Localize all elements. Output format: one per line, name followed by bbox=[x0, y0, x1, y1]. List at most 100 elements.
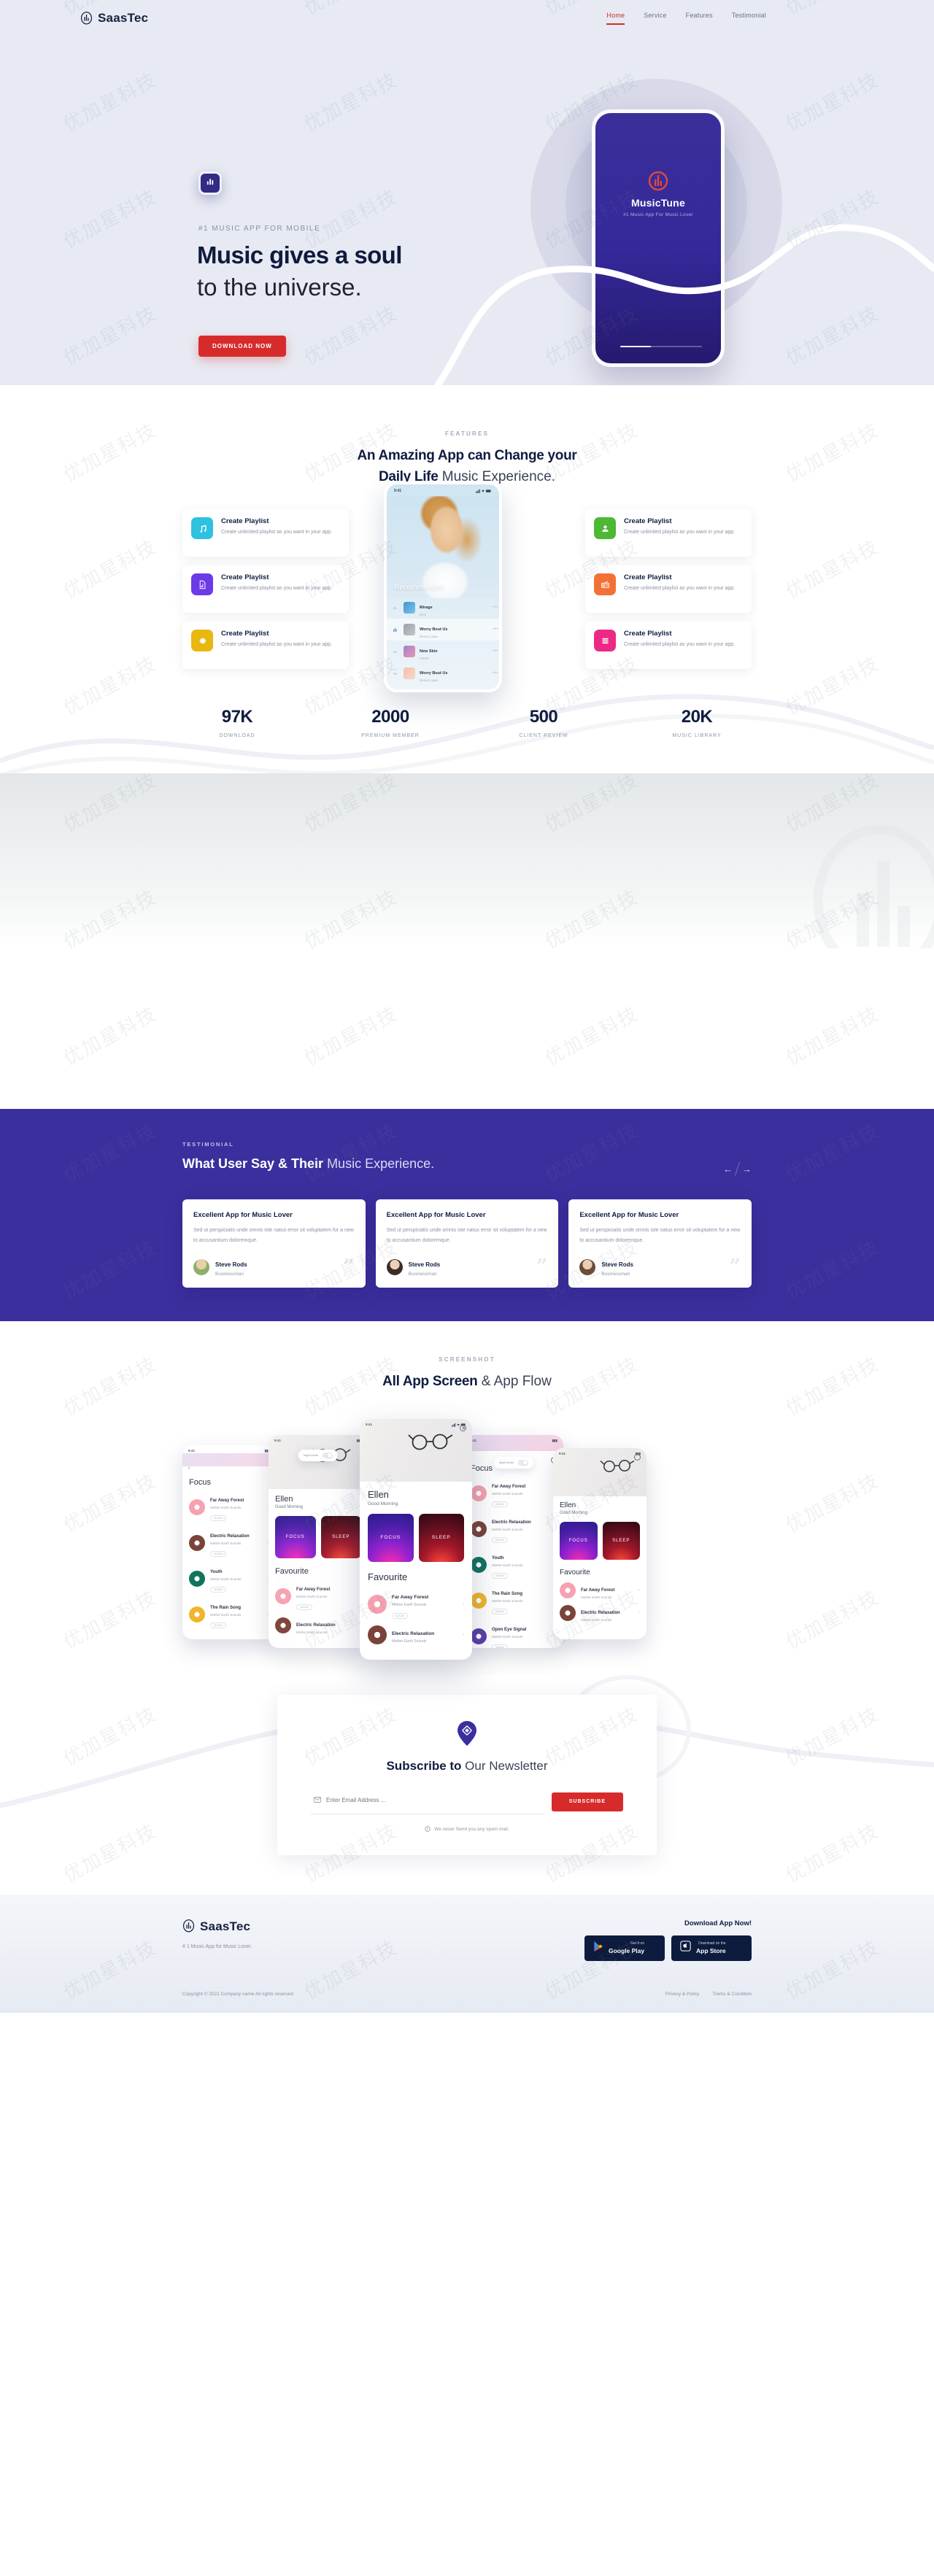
avatar bbox=[193, 1258, 209, 1275]
album-disc-icon bbox=[275, 1587, 291, 1604]
testimonial-card: Excellent App for Music Lover Sed ut per… bbox=[375, 1199, 559, 1288]
google-play-button[interactable]: Get It on Google Play bbox=[584, 1935, 665, 1961]
track-row[interactable]: Worry Bout Us Rence Lowe ••• bbox=[387, 619, 499, 641]
hero-eyebrow: #1 MUSIC APP FOR MOBILE bbox=[198, 225, 321, 233]
quote-icon: ” bbox=[343, 1255, 355, 1278]
store-large-label: App Store bbox=[696, 1947, 726, 1955]
feature-card[interactable]: Create Playlist Create unlimited playlis… bbox=[182, 565, 349, 613]
list-item[interactable]: Far Away Forest Mother Earth Sounds ALBU… bbox=[360, 1582, 472, 1620]
feature-card[interactable]: Create Playlist Create unlimited playlis… bbox=[585, 509, 752, 557]
footer-logo[interactable]: SaasTec bbox=[182, 1919, 584, 1934]
download-now-button[interactable]: DOWNLOAD NOW bbox=[198, 336, 286, 357]
tile-focus[interactable]: FOCUS bbox=[275, 1515, 316, 1558]
brand-logo[interactable]: SaasTec bbox=[80, 11, 148, 26]
music-bars-circle-icon bbox=[80, 11, 93, 26]
list-item[interactable]: Youth Mother Earth Sounds ALBUM › bbox=[464, 1544, 563, 1580]
night-mode-toggle[interactable]: Night Mode bbox=[493, 1456, 534, 1469]
list-item[interactable]: Far Away Forest Mother Earth Sounds › bbox=[553, 1577, 647, 1599]
terms-condition-link[interactable]: Trems & Condition bbox=[712, 1992, 752, 1997]
feature-card[interactable]: Create Playlist Create unlimited playlis… bbox=[182, 622, 349, 669]
tile-focus[interactable]: FOCUS bbox=[368, 1513, 414, 1562]
screenshot-phone-focus-left[interactable]: 9:41 ▮▮▮ ‹ Focus Far Away Forest Mother … bbox=[182, 1444, 276, 1639]
testimonial-card-body: Sed ut perspiciatis unde omnis iste natu… bbox=[193, 1227, 354, 1243]
track-more-icon[interactable]: ••• bbox=[493, 649, 498, 654]
testimonial-title-light: Music Experience. bbox=[323, 1156, 435, 1171]
album-disc-icon bbox=[189, 1498, 205, 1515]
track-artwork bbox=[404, 624, 415, 635]
feature-desc: Create unlimited playlist as you want in… bbox=[221, 586, 333, 591]
list-item[interactable]: Youth Mother Earth Sounds ALBUM › bbox=[182, 1558, 276, 1594]
list-item[interactable]: Electric Relaxation Mother Earth Sounds … bbox=[182, 1523, 276, 1558]
album-pill: ALBUM bbox=[492, 1572, 509, 1579]
screenshot-phone-home-right[interactable]: 9:41 ▮▮▮ Ellen Good Morning FOCUS SLEEP F… bbox=[553, 1447, 647, 1639]
list-item[interactable]: The Rain Song Mother Earth Sounds ALBUM … bbox=[182, 1594, 276, 1630]
track-row[interactable]: 04 Worry Bout Us Rence Lowe ••• bbox=[387, 662, 499, 684]
night-mode-toggle[interactable]: Night Mode bbox=[298, 1449, 339, 1461]
track-row[interactable]: 01 Mirage Dive ••• bbox=[387, 597, 499, 619]
toggle-switch[interactable] bbox=[323, 1452, 333, 1458]
track-name: Electric Relaxation bbox=[581, 1610, 620, 1615]
track-playing-icon bbox=[393, 627, 399, 633]
screenshot-phone-home-left[interactable]: 9:41▮▮▮ Night Mode Ellen Good Morning FO… bbox=[269, 1434, 368, 1648]
gear-icon[interactable] bbox=[460, 1424, 466, 1431]
nav-item-service[interactable]: Service bbox=[644, 12, 666, 25]
list-item[interactable]: Far Away Forest Mother Earth Sounds ALBU… bbox=[182, 1487, 276, 1523]
chevron-left-icon[interactable]: ‹ bbox=[188, 1466, 190, 1471]
track-row[interactable]: 05 New Skin Flume ••• bbox=[387, 684, 499, 689]
subscribe-button[interactable]: SUBSCRIBE bbox=[551, 1792, 623, 1811]
arrow-right-icon[interactable]: → bbox=[742, 1164, 752, 1175]
list-item[interactable]: Electric Relaxation Mother Earth Sounds … bbox=[464, 1509, 563, 1544]
privacy-policy-link[interactable]: Privecy & Policy bbox=[665, 1992, 700, 1997]
list-item[interactable]: The Rain Song Mother Earth Sounds ALBUM … bbox=[464, 1580, 563, 1616]
night-mode-label: Night Mode bbox=[303, 1453, 319, 1458]
nav-item-features[interactable]: Features bbox=[686, 12, 713, 25]
feature-title: Create Playlist bbox=[221, 573, 269, 581]
gear-icon[interactable] bbox=[634, 1453, 641, 1461]
newsletter-section: Subscribe to Our Newsletter SUBSCRIBE We… bbox=[0, 1674, 934, 1895]
tile-focus[interactable]: FOCUS bbox=[560, 1521, 598, 1560]
chevron-right-icon: › bbox=[463, 1602, 464, 1607]
list-item[interactable]: Far Away Forest Mother Earth Sounds ALBU… bbox=[464, 1473, 563, 1509]
screenshots-title-bold: All App Screen bbox=[382, 1374, 478, 1390]
toggle-switch[interactable] bbox=[518, 1459, 529, 1466]
feature-card[interactable]: Create Playlist Create unlimited playlis… bbox=[585, 565, 752, 613]
track-more-icon[interactable]: ••• bbox=[493, 627, 498, 632]
status-time: 9:41 bbox=[274, 1438, 282, 1442]
screenshot-phone-focus-right[interactable]: 9:41▮▮▮ ‹ Night Mode Focus Far Away Fore… bbox=[464, 1434, 563, 1648]
testimonial-carousel-controls: ← → bbox=[723, 1161, 752, 1176]
list-item[interactable]: Electric Relaxation Mother Earth Sounds … bbox=[553, 1599, 647, 1622]
brand-name: SaasTec bbox=[98, 11, 149, 25]
track-name: Far Away Forest bbox=[392, 1594, 429, 1600]
tile-sleep[interactable]: SLEEP bbox=[418, 1513, 464, 1562]
nav-item-testimonial[interactable]: Testimonial bbox=[732, 12, 766, 25]
tile-sleep[interactable]: SLEEP bbox=[320, 1515, 361, 1558]
album-pill: ALBUM bbox=[492, 1536, 509, 1543]
app-store-button[interactable]: Download on the App Store bbox=[671, 1935, 752, 1961]
arrow-left-icon[interactable]: ← bbox=[723, 1164, 733, 1175]
track-name: Electric Relaxation bbox=[210, 1533, 250, 1539]
list-item[interactable]: Electric Relaxation Mother Earth Sounds … bbox=[269, 1612, 368, 1634]
list-item[interactable]: Far Away Forest Mother Earth Sounds ALBU… bbox=[269, 1576, 368, 1612]
screenshot-phone-home-center[interactable]: 9:41 Ellen Good Morning FOCUS SLEEP Favo… bbox=[360, 1418, 472, 1660]
testimonial-role: Businessman bbox=[408, 1272, 437, 1277]
feature-card[interactable]: Create Playlist Create unlimited playlis… bbox=[585, 622, 752, 669]
album-disc-icon bbox=[471, 1556, 487, 1573]
track-name: Far Away Forest bbox=[210, 1498, 244, 1503]
email-input[interactable] bbox=[326, 1796, 540, 1803]
tile-sleep[interactable]: SLEEP bbox=[602, 1521, 640, 1560]
envelope-icon bbox=[314, 1793, 321, 1806]
nav-item-home[interactable]: Home bbox=[606, 12, 625, 25]
feature-title: Create Playlist bbox=[221, 517, 269, 525]
track-more-icon[interactable]: ••• bbox=[493, 606, 498, 610]
list-item[interactable]: Electric Relaxation Mother Earth Sounds … bbox=[360, 1620, 472, 1644]
feature-card[interactable]: Create Playlist Create unlimited playlis… bbox=[182, 509, 349, 557]
greeting: Good Morning bbox=[560, 1510, 588, 1515]
testimonial-author: Steve Rods bbox=[601, 1261, 633, 1269]
list-item[interactable]: Open Eye Signal Mother Earth Sounds ALBU… bbox=[182, 1630, 276, 1639]
list-item[interactable]: Open Eye Signal Mother Earth Sounds ALBU… bbox=[464, 1616, 563, 1648]
album-disc-icon bbox=[189, 1606, 205, 1622]
track-more-icon[interactable]: ••• bbox=[493, 671, 498, 676]
track-row[interactable]: 03 New Skin Flume ••• bbox=[387, 641, 499, 662]
track-artist: Mother Earth Sounds bbox=[492, 1563, 523, 1567]
status-time: 9:41 bbox=[366, 1422, 373, 1426]
